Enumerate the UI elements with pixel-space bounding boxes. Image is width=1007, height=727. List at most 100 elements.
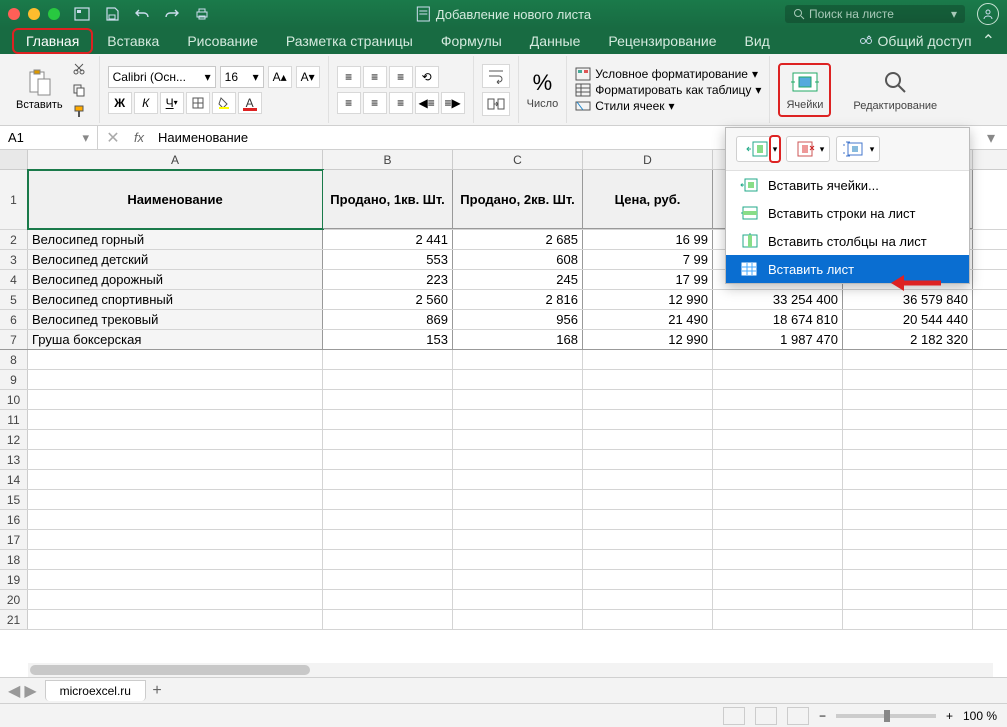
cell[interactable]	[843, 390, 973, 409]
format-cells-toolbar-button[interactable]: ▾	[836, 136, 880, 162]
cell[interactable]	[583, 410, 713, 429]
cell[interactable]	[713, 470, 843, 489]
cell[interactable]	[843, 470, 973, 489]
cell[interactable]	[843, 610, 973, 629]
border-button[interactable]	[186, 92, 210, 114]
cell[interactable]	[843, 550, 973, 569]
column-header[interactable]: C	[453, 150, 583, 169]
cell[interactable]	[453, 510, 583, 529]
tab-insert[interactable]: Вставка	[93, 28, 173, 54]
cell[interactable]: 1 987 470	[713, 330, 843, 349]
cut-icon[interactable]	[67, 60, 91, 78]
cell[interactable]	[843, 410, 973, 429]
cell[interactable]: 153	[323, 330, 453, 349]
tab-draw[interactable]: Рисование	[173, 28, 272, 54]
scrollbar-thumb[interactable]	[30, 665, 310, 675]
cell[interactable]	[453, 350, 583, 369]
cell[interactable]	[323, 470, 453, 489]
cell[interactable]	[28, 530, 323, 549]
cell[interactable]	[453, 470, 583, 489]
row-header[interactable]: 13	[0, 450, 28, 469]
cell[interactable]	[28, 610, 323, 629]
column-header[interactable]: A	[28, 150, 323, 169]
underline-button[interactable]: Ч▾	[160, 92, 184, 114]
cell[interactable]	[453, 370, 583, 389]
cell[interactable]	[713, 610, 843, 629]
tab-layout[interactable]: Разметка страницы	[272, 28, 427, 54]
redo-icon[interactable]	[162, 4, 182, 24]
cell[interactable]	[28, 350, 323, 369]
cell[interactable]	[453, 450, 583, 469]
cell[interactable]	[28, 510, 323, 529]
align-top-icon[interactable]: ≡	[337, 66, 361, 88]
indent-increase-icon[interactable]: ≡▶	[441, 92, 465, 114]
cell[interactable]	[583, 470, 713, 489]
cell[interactable]	[323, 390, 453, 409]
row-header[interactable]: 8	[0, 350, 28, 369]
cell[interactable]	[28, 390, 323, 409]
fill-color-button[interactable]	[212, 92, 236, 114]
row-header[interactable]: 10	[0, 390, 28, 409]
cell[interactable]	[453, 390, 583, 409]
cell[interactable]	[713, 590, 843, 609]
cell[interactable]	[713, 550, 843, 569]
cell[interactable]	[583, 350, 713, 369]
cell[interactable]: 2 441	[323, 230, 453, 249]
cell[interactable]: 956	[453, 310, 583, 329]
wrap-text-icon[interactable]	[482, 64, 510, 88]
delete-cells-toolbar-button[interactable]: ▾	[786, 136, 830, 162]
collapse-ribbon-icon[interactable]: ⌃	[982, 31, 995, 51]
cell[interactable]	[453, 410, 583, 429]
cell[interactable]	[843, 350, 973, 369]
cell[interactable]	[843, 370, 973, 389]
cell[interactable]: 168	[453, 330, 583, 349]
cell[interactable]	[28, 490, 323, 509]
tab-formulas[interactable]: Формулы	[427, 28, 516, 54]
insert-cells-toolbar-button[interactable]: ▾	[736, 136, 780, 162]
cell[interactable]	[713, 570, 843, 589]
print-icon[interactable]	[192, 4, 212, 24]
cell[interactable]	[323, 530, 453, 549]
cell[interactable]	[583, 610, 713, 629]
home-icon[interactable]	[72, 4, 92, 24]
cell[interactable]: 2 560	[323, 290, 453, 309]
cell[interactable]: 12 990	[583, 330, 713, 349]
bold-button[interactable]: Ж	[108, 92, 132, 114]
tab-review[interactable]: Рецензирование	[594, 28, 730, 54]
cell[interactable]: 17 99	[583, 270, 713, 289]
cell[interactable]	[583, 450, 713, 469]
cell-styles-button[interactable]: Стили ячеек ▾	[575, 98, 761, 114]
cell[interactable]	[28, 570, 323, 589]
cell[interactable]	[843, 590, 973, 609]
minimize-window-icon[interactable]	[28, 8, 40, 20]
cell[interactable]	[323, 610, 453, 629]
cell[interactable]	[583, 570, 713, 589]
cell[interactable]	[453, 610, 583, 629]
cell[interactable]: 33 254 400	[713, 290, 843, 309]
cell[interactable]	[453, 430, 583, 449]
sheet-nav-next-icon[interactable]: ▶	[24, 681, 36, 701]
tab-data[interactable]: Данные	[516, 28, 595, 54]
row-header[interactable]: 3	[0, 250, 28, 269]
row-header[interactable]: 2	[0, 230, 28, 249]
align-center-icon[interactable]: ≡	[363, 92, 387, 114]
cell[interactable]	[843, 450, 973, 469]
cell[interactable]	[453, 530, 583, 549]
row-header[interactable]: 12	[0, 430, 28, 449]
cell[interactable]	[323, 410, 453, 429]
normal-view-icon[interactable]	[723, 707, 745, 725]
row-header[interactable]: 14	[0, 470, 28, 489]
cell[interactable]: Велосипед горный	[28, 230, 323, 249]
tab-view[interactable]: Вид	[731, 28, 784, 54]
align-right-icon[interactable]: ≡	[389, 92, 413, 114]
fx-icon[interactable]: fx	[128, 130, 150, 145]
font-size-combo[interactable]: 16▾	[220, 66, 264, 88]
cell[interactable]: Велосипед спортивный	[28, 290, 323, 309]
menu-insert-rows[interactable]: Вставить строки на лист	[726, 199, 969, 227]
format-painter-icon[interactable]	[67, 102, 91, 120]
cell[interactable]: 36 579 840	[843, 290, 973, 309]
cell[interactable]: 2 685	[453, 230, 583, 249]
row-header[interactable]: 11	[0, 410, 28, 429]
conditional-format-button[interactable]: Условное форматирование ▾	[575, 66, 761, 82]
cell[interactable]	[583, 530, 713, 549]
